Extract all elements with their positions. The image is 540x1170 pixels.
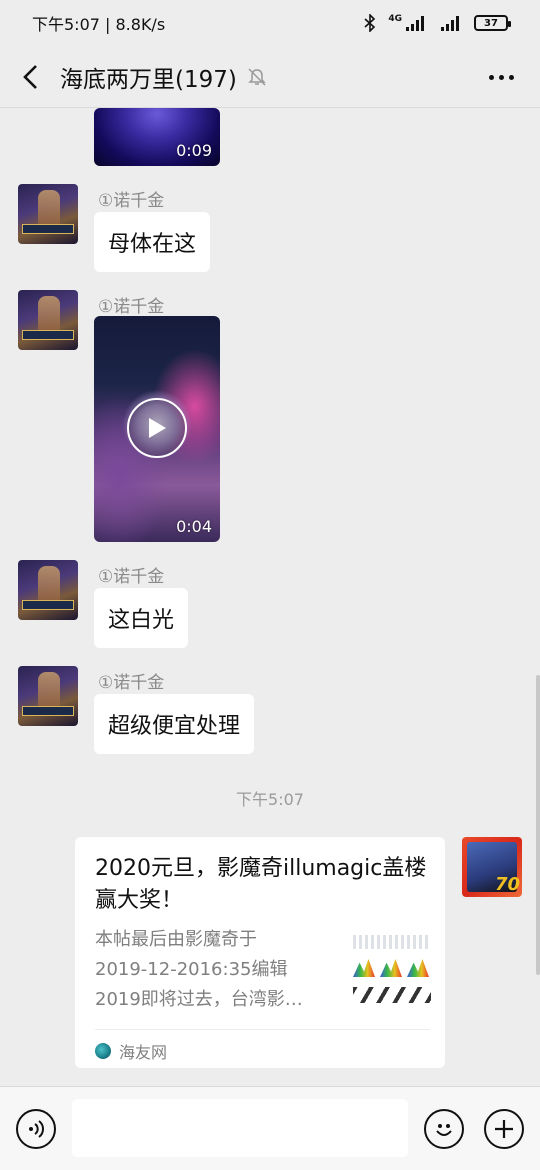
- emoji-icon: [436, 1124, 452, 1136]
- link-card-message[interactable]: 2020元旦，影魔奇illumagic盖楼赢大奖！ 本帖最后由影魔奇于 2019…: [75, 837, 445, 1068]
- battery-icon: 37: [474, 15, 511, 31]
- message-text: 超级便宜处理: [108, 714, 241, 739]
- emoji-button[interactable]: [424, 1109, 464, 1149]
- message-bubble[interactable]: 超级便宜处理: [94, 694, 255, 754]
- sender-name: ①诺千金: [98, 297, 165, 317]
- status-icons: 4G 37: [364, 14, 511, 32]
- video-message[interactable]: 0:04: [94, 316, 220, 542]
- link-card-desc-line: 2019即将过去，台湾影…: [95, 989, 303, 1010]
- chat-header: 海底两万里(197): [0, 46, 540, 108]
- link-card-divider: [95, 1029, 430, 1030]
- my-avatar[interactable]: 70: [462, 837, 522, 897]
- sender-avatar[interactable]: [18, 184, 78, 244]
- link-card-source-name: 海友网: [119, 1043, 168, 1062]
- video-duration: 0:04: [176, 517, 212, 536]
- message-bubble[interactable]: 这白光: [94, 588, 189, 648]
- sender-avatar[interactable]: [18, 560, 78, 620]
- link-card-source: 海友网: [95, 1039, 167, 1063]
- back-arrow-icon: [23, 64, 37, 89]
- more-options-button[interactable]: [489, 46, 514, 108]
- play-button[interactable]: [127, 398, 187, 458]
- source-logo-icon: [95, 1043, 111, 1059]
- back-button[interactable]: [0, 46, 60, 108]
- input-bar: [0, 1086, 540, 1170]
- play-icon: [149, 418, 166, 438]
- link-card-title: 2020元旦，影魔奇illumagic盖楼赢大奖！: [95, 856, 427, 913]
- sender-avatar[interactable]: [18, 666, 78, 726]
- chat-title: 海底两万里(197): [60, 66, 237, 93]
- dot-icon: [499, 74, 504, 80]
- message-bubble[interactable]: 母体在这: [94, 212, 211, 272]
- video-duration: 0:09: [176, 141, 212, 160]
- dot-icon: [509, 74, 514, 80]
- signal-4g-icon: [406, 16, 424, 31]
- video-message[interactable]: 0:09: [94, 108, 220, 166]
- bluetooth-icon: [364, 14, 376, 32]
- sender-name: ①诺千金: [98, 191, 165, 211]
- status-bar: 下午5:07 | 8.8K/s 4G 37: [0, 0, 540, 46]
- link-card-thumbnail: [353, 929, 431, 1009]
- battery-level: 37: [484, 17, 498, 29]
- plus-icon: [495, 1120, 513, 1138]
- voice-button[interactable]: [16, 1109, 56, 1149]
- mute-bell-icon: [247, 67, 267, 87]
- status-time-speed: 下午5:07 | 8.8K/s: [32, 15, 166, 34]
- dot-icon: [489, 74, 494, 80]
- time-divider: 下午5:07: [236, 790, 304, 809]
- link-card-description: 本帖最后由影魔奇于 2019-12-2016:35编辑 2019即将过去，台湾影…: [95, 925, 335, 1015]
- scrollbar[interactable]: [536, 675, 540, 975]
- signal-icon: [441, 16, 459, 31]
- message-input[interactable]: [72, 1099, 408, 1157]
- message-list[interactable]: 0:09 ①诺千金 母体在这 ①诺千金 0:04 ①诺千金 这白光 ①诺千金 超…: [0, 108, 540, 1086]
- network-type: 4G: [388, 14, 402, 24]
- voice-icon: [29, 1120, 44, 1138]
- link-card-desc-line: 本帖最后由影魔奇于: [95, 929, 257, 950]
- link-card-desc-line: 2019-12-2016:35编辑: [95, 959, 288, 980]
- avatar-badge-number: 70: [494, 874, 520, 895]
- more-functions-button[interactable]: [484, 1109, 524, 1149]
- message-text: 母体在这: [108, 232, 197, 257]
- sender-name: ①诺千金: [98, 567, 165, 587]
- sender-avatar[interactable]: [18, 290, 78, 350]
- sender-name: ①诺千金: [98, 673, 165, 693]
- message-text: 这白光: [108, 608, 175, 633]
